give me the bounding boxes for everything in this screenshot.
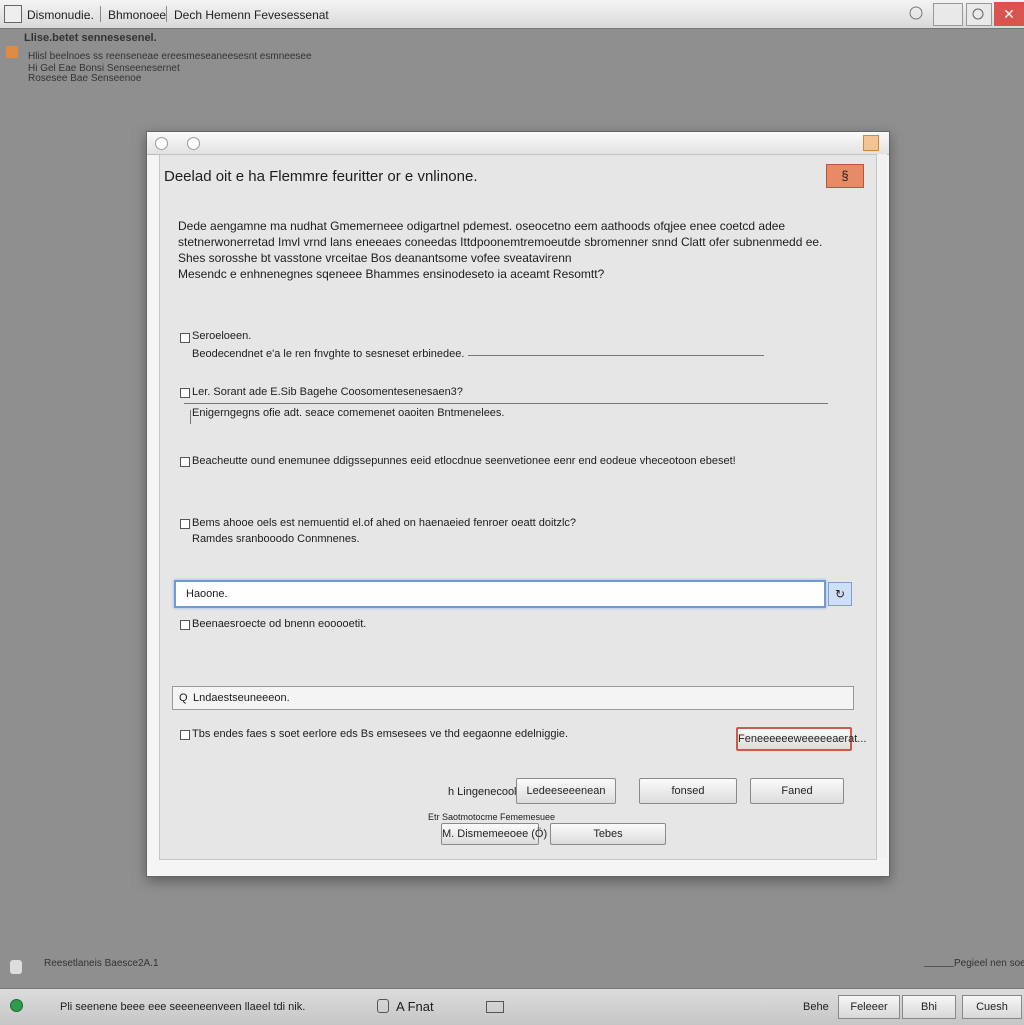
window-title: Dech Hemenn Fevesessenat xyxy=(174,8,329,22)
info-button[interactable]: § xyxy=(826,164,864,188)
minimize-button[interactable] xyxy=(933,3,963,26)
dialog-circle-icon[interactable] xyxy=(155,137,168,150)
option-button[interactable]: M. Dismemeeoee (Ö) xyxy=(441,823,547,845)
app-icon xyxy=(4,5,22,23)
option-sublabel: Ramdes sranbooodo Conmnenes. xyxy=(192,533,360,545)
row-label: Etr Saotmotocme Fememesuee xyxy=(428,812,556,822)
divider xyxy=(924,966,954,967)
option-button[interactable]: Ledeeseeenean xyxy=(516,778,616,804)
status-button[interactable]: Bhi xyxy=(902,995,956,1019)
section-text: Enigerngegns ofie adt. seace comemenet o… xyxy=(192,407,505,419)
intro-line: Dede aengamne ma nudhat Gmemerneee odiga… xyxy=(178,219,786,233)
background-heading: Llise.betet sennesesenel. xyxy=(24,32,157,44)
scrollbar[interactable] xyxy=(877,154,887,858)
section-text: Beodecendnet e'a le ren fnvghte to sesne… xyxy=(192,348,465,360)
dialog-corner-icon[interactable] xyxy=(863,135,879,151)
text-input[interactable]: Haoone. xyxy=(174,580,826,608)
action-button[interactable]: Feneeeeeeweeeeeaerat... xyxy=(736,727,866,751)
search-value: Lndaestseuneeeon. xyxy=(193,692,290,704)
checkbox[interactable] xyxy=(180,388,190,398)
dialog-heading: Deelad oit e ha Flemmre feuritter or e v… xyxy=(164,168,478,185)
intro-line: Mesendc e enhnenegnes sqeneee Bhammes en… xyxy=(178,267,605,281)
refresh-icon[interactable]: ↻ xyxy=(828,582,852,606)
help-icon[interactable] xyxy=(908,3,928,24)
divider xyxy=(468,355,764,356)
warning-icon xyxy=(6,46,18,58)
search-prefix: Q xyxy=(179,692,188,704)
drive-icon xyxy=(10,960,22,974)
checkbox[interactable] xyxy=(180,519,190,529)
checkbox[interactable] xyxy=(180,730,190,740)
maximize-button[interactable] xyxy=(966,3,992,26)
background-line: Rosesee Bae Senseenoe xyxy=(28,73,142,84)
checkbox[interactable] xyxy=(180,457,190,467)
option-label: Bems ahooe oels est nemuentid el.of ahed… xyxy=(192,517,577,529)
option-button[interactable]: fonsed xyxy=(639,778,737,804)
document-icon[interactable] xyxy=(377,999,389,1013)
option-button[interactable]: Faned xyxy=(750,778,844,804)
intro-line: stetnerwonerretad Imvl vrnd lans eneeaes… xyxy=(178,235,823,249)
background-bottom-right: Pegieel nen soee xyxy=(954,958,1024,969)
intro-line: Shes sorosshe bt vasstone vrceitae Bos d… xyxy=(178,251,572,265)
tab-bhmonoee[interactable]: Bhmonoee xyxy=(108,8,166,22)
search-input[interactable]: Q Lndaestseuneeeon. xyxy=(172,686,854,710)
divider xyxy=(184,403,828,404)
close-button[interactable]: ✕ xyxy=(994,2,1024,26)
dialog-panel: Deelad oit e ha Flemmre feuritter or e v… xyxy=(159,154,877,860)
background-line: Hlisl beelnoes ss reenseneae ereesmesean… xyxy=(28,51,312,62)
background-bottom-label: Reesetlaneis Baesce2A.1 xyxy=(44,958,159,969)
status-button[interactable]: Feleeer xyxy=(838,995,900,1019)
status-indicator-icon xyxy=(10,999,23,1012)
window-titlebar: Dismonudie ... Bhmonoee Dech Hemenn Feve… xyxy=(0,0,1024,29)
font-label[interactable]: A Fnat xyxy=(396,999,434,1014)
status-bar: Pli seenene beee eee seeeneenveen llaeel… xyxy=(0,988,1024,1025)
option-button[interactable]: Tebes xyxy=(550,823,666,845)
divider xyxy=(190,410,191,424)
status-button[interactable]: Cuesh xyxy=(962,995,1022,1019)
checkbox[interactable] xyxy=(180,333,190,343)
keyboard-icon[interactable] xyxy=(486,1001,504,1013)
dialog-titlebar xyxy=(147,132,889,155)
tab-separator-text: ... xyxy=(84,8,95,22)
dialog-circle-icon[interactable] xyxy=(187,137,200,150)
checkbox[interactable] xyxy=(180,620,190,630)
input-hint: Beenaesroecte od bnenn eooooetit. xyxy=(192,618,367,630)
title-divider xyxy=(166,6,167,22)
section-label: Ler. Sorant ade E.Sib Bagehe Coosomentes… xyxy=(192,386,463,398)
dialog-window: Deelad oit e ha Flemmre feuritter or e v… xyxy=(146,131,890,877)
tab-dismonudie[interactable]: Dismonudie xyxy=(27,8,90,22)
section-label: Seroeloeen. xyxy=(192,330,252,342)
text-input-value: Haoone. xyxy=(186,588,228,600)
status-right-text: Behe xyxy=(803,1001,829,1013)
option-label: Beacheutte ound enemunee ddigssepunnes e… xyxy=(192,455,736,467)
title-divider xyxy=(100,6,101,22)
option-label: Tbs endes faes s soet eerlore eds Bs ems… xyxy=(192,728,569,740)
status-text: Pli seenene beee eee seeeneenveen llaeel… xyxy=(60,1001,306,1013)
